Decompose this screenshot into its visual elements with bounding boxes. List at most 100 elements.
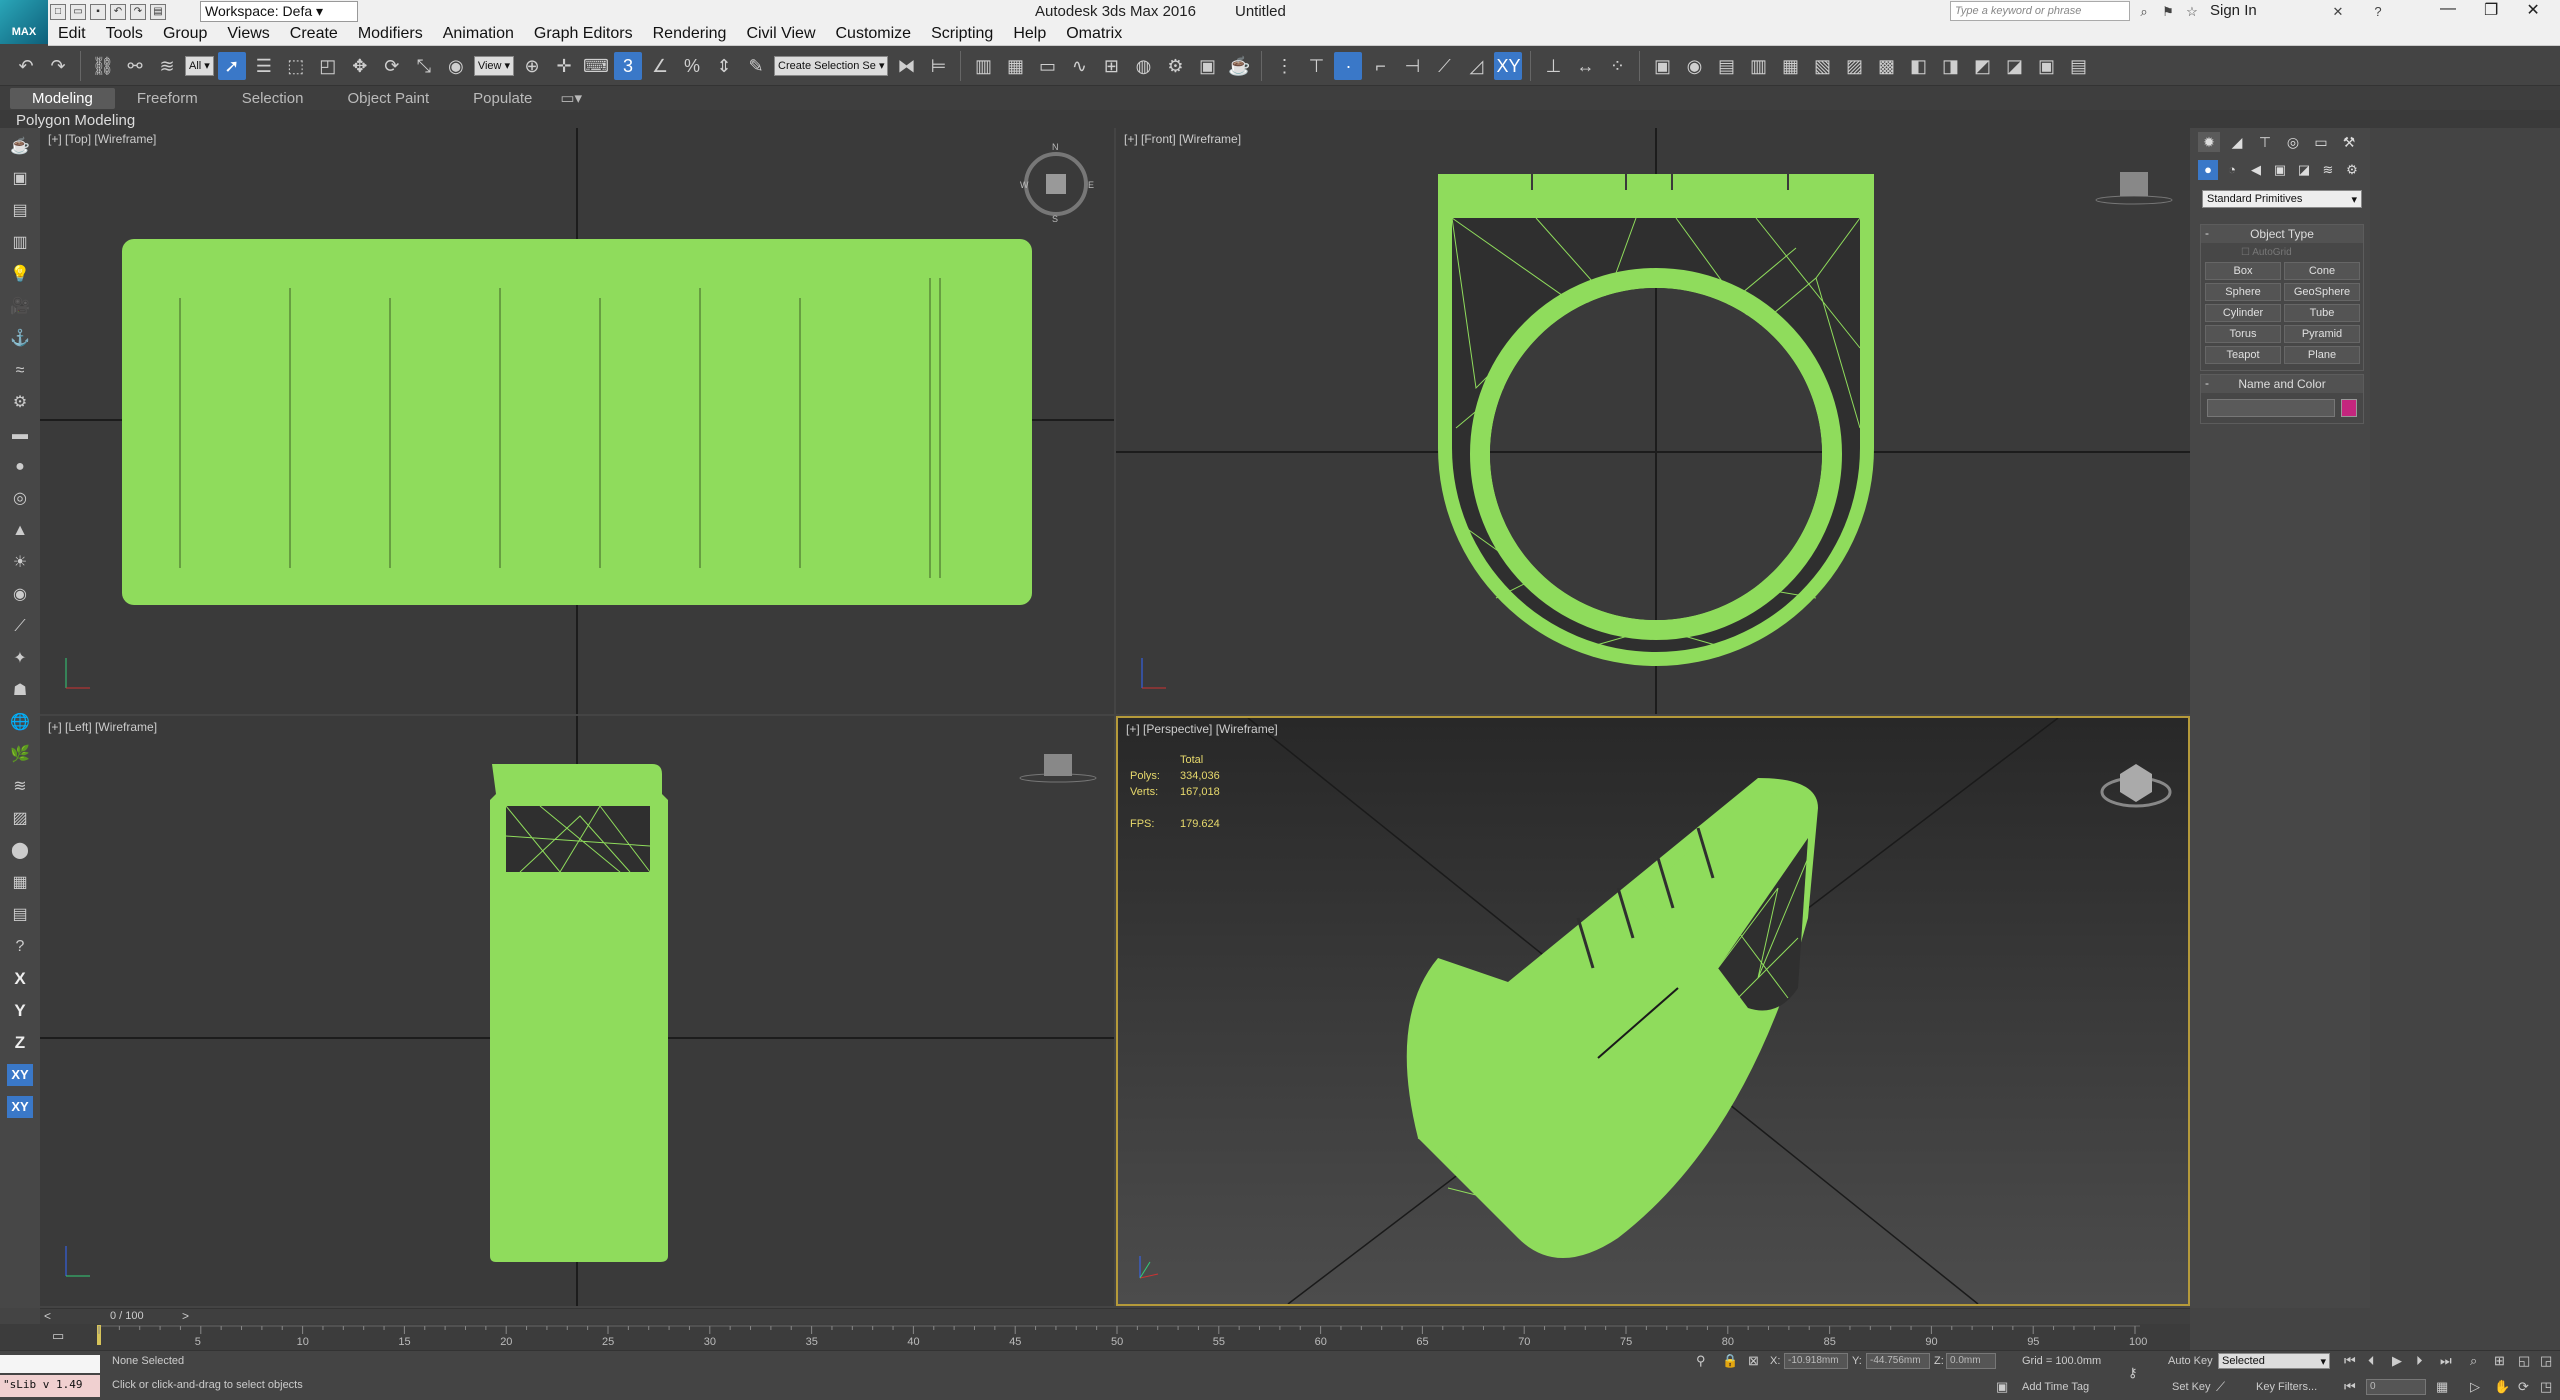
bind-space-warp-icon[interactable]: ≋ xyxy=(153,52,181,80)
geometry-icon[interactable]: ● xyxy=(2198,160,2218,180)
viewport-left[interactable]: [+] [Left] [Wireframe] xyxy=(40,716,1114,1306)
workspace-dropdown[interactable]: Workspace: Defa ▾ xyxy=(200,1,358,22)
snap-edge-icon[interactable]: ⟋ xyxy=(1430,52,1458,80)
viewport-label[interactable]: [+] [Perspective] [Wireframe] xyxy=(1126,722,1278,736)
viewport-label[interactable]: [+] [Top] [Wireframe] xyxy=(48,132,156,146)
select-manipulate-icon[interactable]: ✛ xyxy=(550,52,578,80)
plugin-tool-4-icon[interactable]: ▥ xyxy=(1744,52,1772,80)
previous-frame-icon[interactable]: ⏴ xyxy=(2368,1353,2375,1369)
plugin-tool-8-icon[interactable]: ▩ xyxy=(1872,52,1900,80)
lights-icon[interactable]: ◀ xyxy=(2246,160,2266,180)
sun-icon[interactable]: ☀ xyxy=(7,552,33,574)
viewcube-icon[interactable] xyxy=(1019,754,1097,783)
create-tab-icon[interactable]: ✹ xyxy=(2198,132,2220,152)
axis-y-button[interactable]: Y xyxy=(7,1000,33,1022)
schematic-view-icon[interactable]: ⊞ xyxy=(1097,52,1125,80)
auto-key-button[interactable]: Auto Key xyxy=(2168,1355,2213,1367)
motion-tab-icon[interactable]: ◎ xyxy=(2282,132,2304,152)
plugin-tool-7-icon[interactable]: ▨ xyxy=(1840,52,1868,80)
rotate-icon[interactable]: ⟳ xyxy=(378,52,406,80)
selection-filter-dropdown[interactable]: All ▾ xyxy=(185,55,214,76)
menu-civil-view[interactable]: Civil View xyxy=(736,24,825,45)
plugin-tool-11-icon[interactable]: ◩ xyxy=(1968,52,1996,80)
material-editor-icon[interactable]: ◍ xyxy=(1129,52,1157,80)
viewport-label[interactable]: [+] [Left] [Wireframe] xyxy=(48,720,157,734)
bone-icon[interactable]: ⟋ xyxy=(7,616,33,638)
edit-named-selection-icon[interactable]: ✎ xyxy=(742,52,770,80)
viewcube-icon[interactable] xyxy=(2095,172,2173,205)
shapes-icon[interactable]: ◔ xyxy=(2222,160,2242,180)
viewport-perspective[interactable]: [+] [Perspective] [Wireframe] Total Poly… xyxy=(1116,716,2190,1306)
menu-group[interactable]: Group xyxy=(153,24,217,45)
rectangular-selection-icon[interactable]: ⬚ xyxy=(282,52,310,80)
menu-rendering[interactable]: Rendering xyxy=(643,24,737,45)
zoom-icon[interactable]: ⌕ xyxy=(2470,1353,2477,1369)
menu-create[interactable]: Create xyxy=(280,24,348,45)
pan-icon[interactable]: ✋ xyxy=(2494,1379,2510,1395)
place-icon[interactable]: ◉ xyxy=(442,52,470,80)
pyramid-button[interactable]: Pyramid xyxy=(2284,325,2360,343)
plugin-tool-6-icon[interactable]: ▧ xyxy=(1808,52,1836,80)
object-color-swatch[interactable] xyxy=(2341,399,2357,417)
helper-icon[interactable]: ⚓ xyxy=(7,328,33,350)
menu-edit[interactable]: Edit xyxy=(48,24,96,45)
space-warp-icon[interactable]: ≈ xyxy=(7,360,33,382)
maxscript-mini-listener[interactable]: "sLib v 1.49 xyxy=(0,1375,100,1397)
hair-icon[interactable]: ≋ xyxy=(7,776,33,798)
systems-icon[interactable]: ⚙ xyxy=(2342,160,2362,180)
axis-xy-flyout-button[interactable]: XY xyxy=(7,1096,33,1118)
sphere-light-icon[interactable]: ◉ xyxy=(7,584,33,606)
zoom-extents-all-icon[interactable]: ◲ xyxy=(2540,1353,2552,1369)
key-icon[interactable]: ⚷ xyxy=(2128,1365,2138,1381)
cone-button[interactable]: Cone xyxy=(2284,262,2360,280)
menu-graph-editors[interactable]: Graph Editors xyxy=(524,24,643,45)
constraint-icon[interactable]: ⊥ xyxy=(1539,52,1567,80)
curve-editor-icon[interactable]: ∿ xyxy=(1065,52,1093,80)
star-icon[interactable]: ☆ xyxy=(2184,4,2200,20)
plugin-tool-1-icon[interactable]: ▣ xyxy=(1648,52,1676,80)
angle-snap-icon[interactable]: ∠ xyxy=(646,52,674,80)
plugin-tool-13-icon[interactable]: ▣ xyxy=(2032,52,2060,80)
undo-icon[interactable]: ↶ xyxy=(12,52,40,80)
absolute-mode-icon[interactable]: ⊠ xyxy=(1748,1353,1759,1369)
key-filters-button[interactable]: Key Filters... xyxy=(2256,1381,2317,1393)
select-by-name-icon[interactable]: ☰ xyxy=(250,52,278,80)
key-mode-dropdown[interactable]: Selected ▾ xyxy=(2218,1353,2330,1369)
select-object-icon[interactable]: ➚ xyxy=(217,51,246,80)
geosphere-button[interactable]: GeoSphere xyxy=(2284,283,2360,301)
snap-vertex-icon[interactable]: · xyxy=(1334,51,1363,80)
time-configuration-icon[interactable]: ▦ xyxy=(2436,1379,2448,1395)
systems-icon[interactable]: ⚙ xyxy=(7,392,33,414)
scene-explorer-icon[interactable]: ▥ xyxy=(969,52,997,80)
open-file-icon[interactable]: ▭ xyxy=(70,4,86,20)
prev-frame-arrow-icon[interactable]: < xyxy=(44,1309,51,1323)
orbit-icon[interactable]: ⟳ xyxy=(2518,1379,2529,1395)
axis-z-button[interactable]: Z xyxy=(7,1032,33,1054)
object-type-header[interactable]: - Object Type xyxy=(2201,225,2363,243)
minimize-icon[interactable]: — xyxy=(2440,0,2456,20)
snap-midpoint-icon[interactable]: ⊣ xyxy=(1398,52,1426,80)
cameras-icon[interactable]: ▣ xyxy=(2270,160,2290,180)
help-icon[interactable]: ? xyxy=(2370,4,2386,20)
app-logo[interactable]: MAX xyxy=(0,0,48,44)
ring-top-silhouette[interactable] xyxy=(122,239,1032,605)
helpers-icon[interactable]: ◪ xyxy=(2294,160,2314,180)
hierarchy-tab-icon[interactable]: ⊤ xyxy=(2254,132,2276,152)
close-icon[interactable]: ✕ xyxy=(2526,0,2539,20)
scale-icon[interactable]: ⤡ xyxy=(410,52,438,80)
frame-counter[interactable]: 0 / 100 xyxy=(110,1310,144,1322)
plugin-tool-14-icon[interactable]: ▤ xyxy=(2064,52,2092,80)
set-key-button[interactable]: Set Key xyxy=(2172,1381,2211,1393)
window-crossing-icon[interactable]: ◰ xyxy=(314,52,342,80)
snap-endpoint-icon[interactable]: ⌐ xyxy=(1366,52,1394,80)
add-time-tag-button[interactable]: Add Time Tag xyxy=(2022,1381,2089,1393)
sphere-button[interactable]: Sphere xyxy=(2205,283,2281,301)
lock-icon[interactable]: 🔒 xyxy=(1722,1353,1738,1369)
space-warps-icon[interactable]: ≋ xyxy=(2318,160,2338,180)
undo-icon[interactable]: ↶ xyxy=(110,4,126,20)
current-frame-field[interactable]: 0 xyxy=(2366,1379,2426,1395)
search-input[interactable]: Type a keyword or phrase xyxy=(1950,1,2130,21)
y-coordinate-field[interactable]: -44.756mm xyxy=(1866,1353,1930,1369)
menu-views[interactable]: Views xyxy=(217,24,279,45)
snaps-toggle-icon[interactable]: 3 xyxy=(614,51,643,80)
